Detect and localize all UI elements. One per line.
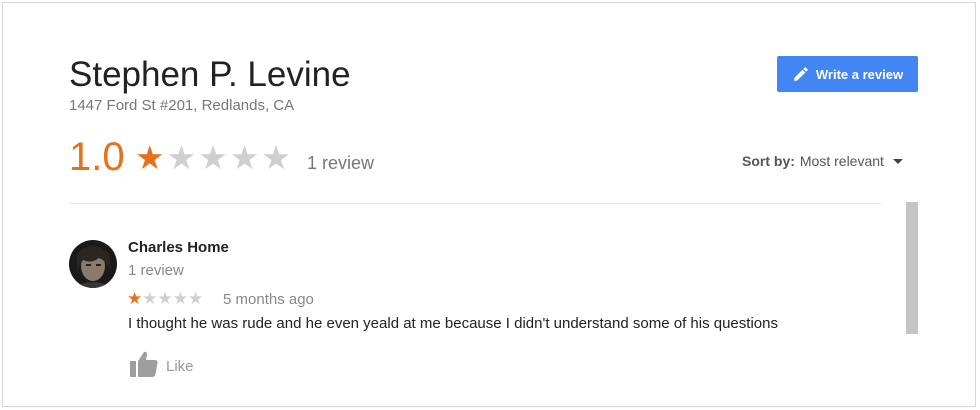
like-button[interactable]: Like [130, 351, 194, 382]
star-icon-empty: ★ [166, 139, 197, 176]
review-count: 1 review [307, 153, 375, 173]
average-rating: 1.0 [69, 135, 125, 179]
write-review-button[interactable]: Write a review [777, 56, 918, 92]
reviewer-name[interactable]: Charles Home [128, 239, 229, 256]
star-icon-empty: ★ [172, 289, 188, 308]
thumbs-up-icon [130, 351, 158, 382]
review-stars: ★ ★ ★ ★ ★ [127, 289, 203, 309]
place-address: 1447 Ford St #201, Redlands, CA [69, 97, 295, 114]
average-rating-stars: ★ ★ ★ ★ ★ [135, 139, 291, 177]
star-icon-filled: ★ [135, 139, 165, 176]
star-icon-empty: ★ [188, 289, 204, 308]
caret-down-icon [892, 158, 903, 164]
reviewer-review-count: 1 review [128, 262, 184, 279]
scrollbar-thumb[interactable] [906, 202, 918, 334]
place-title: Stephen P. Levine [69, 55, 351, 94]
star-icon-empty: ★ [229, 139, 260, 176]
star-icon-empty: ★ [157, 289, 173, 308]
write-review-label: Write a review [815, 66, 904, 82]
sort-label: Sort by: [742, 153, 795, 169]
sort-dropdown[interactable]: Sort by: Most relevant [742, 153, 903, 169]
divider [69, 203, 881, 204]
star-icon-empty: ★ [198, 139, 228, 176]
star-icon-empty: ★ [142, 289, 158, 308]
pencil-icon [792, 65, 810, 83]
review-text: I thought he was rude and he even yeald … [128, 315, 778, 332]
sort-value: Most relevant [799, 153, 884, 169]
reviews-card: Stephen P. Levine 1447 Ford St #201, Red… [2, 2, 976, 407]
star-icon-filled: ★ [127, 289, 143, 308]
review-time: 5 months ago [223, 291, 314, 308]
star-icon-empty: ★ [261, 139, 291, 176]
like-label: Like [166, 358, 194, 375]
avatar[interactable] [69, 240, 117, 288]
